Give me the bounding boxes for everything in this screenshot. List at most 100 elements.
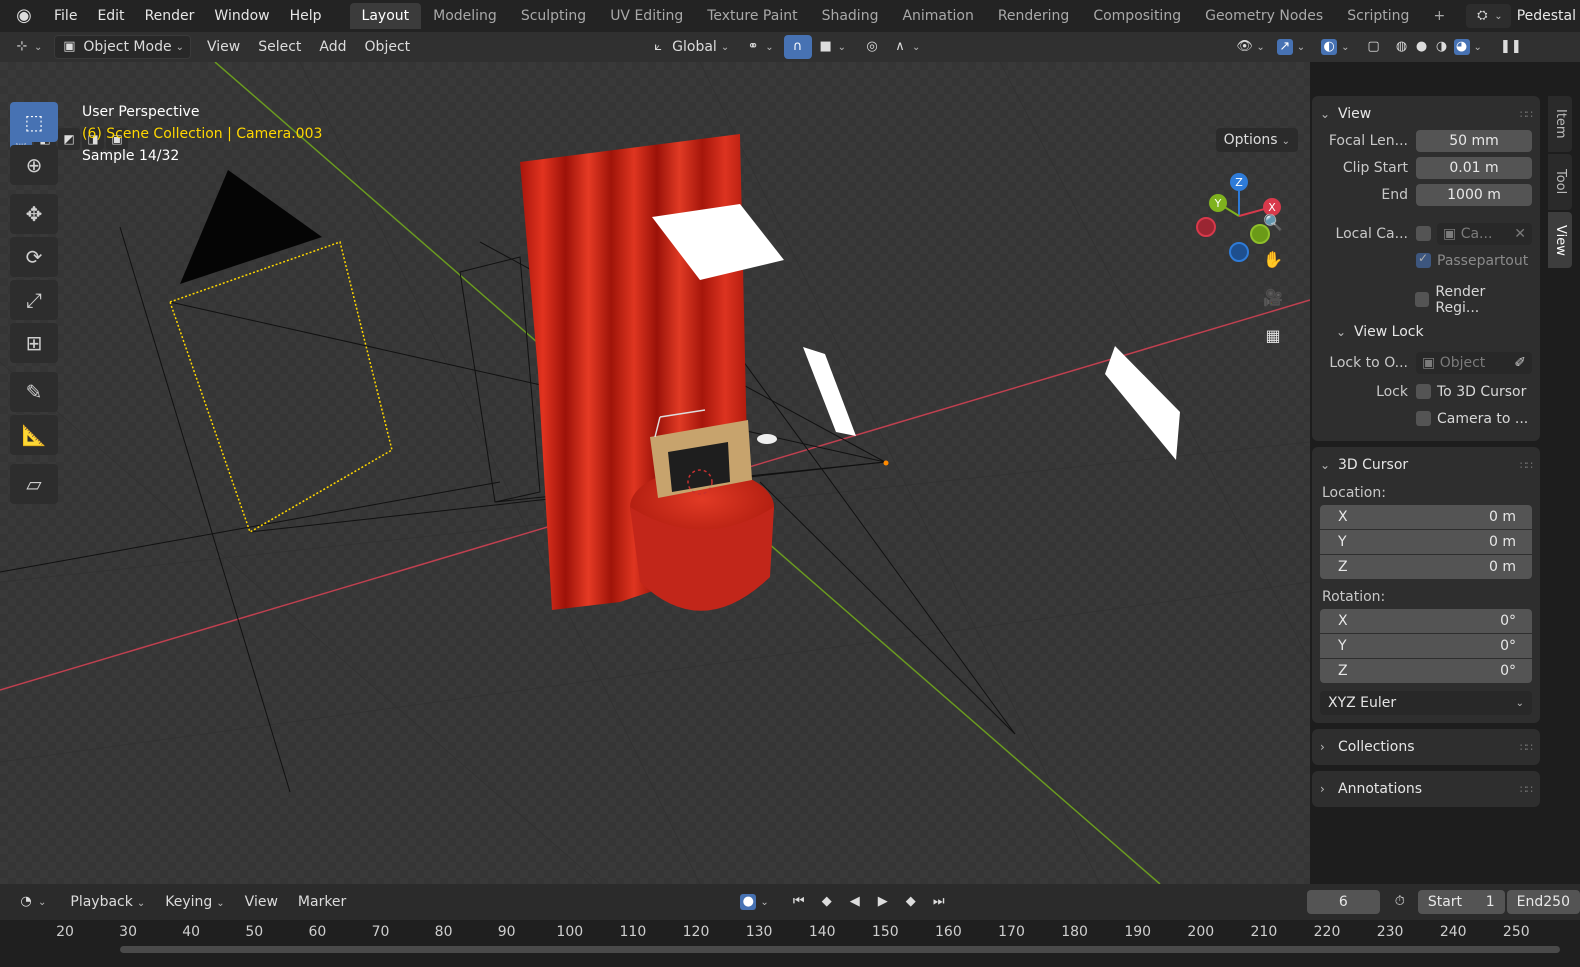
tab-rendering[interactable]: Rendering (986, 3, 1082, 29)
menu-add[interactable]: Add (313, 35, 352, 59)
scene-name[interactable]: Pedestal (1517, 8, 1580, 24)
timeline-editor-type-button[interactable]: ◔ ⌄ (12, 890, 52, 914)
location-x-field[interactable]: X 0 m (1320, 505, 1532, 529)
editor-type-button[interactable]: ⊹ ⌄ (8, 35, 48, 59)
drag-grip-icon[interactable]: ∷∷ (1520, 459, 1533, 472)
rotate-tool-icon[interactable]: ⟳ (10, 237, 58, 277)
camera-to-view-checkbox[interactable] (1416, 411, 1431, 426)
pause-render-button[interactable]: ❚❚ (1494, 35, 1522, 59)
play-reverse-button[interactable]: ◀ (841, 890, 869, 914)
menu-keying[interactable]: Keying ⌄ (155, 894, 234, 910)
clear-icon[interactable]: ✕ (1514, 223, 1532, 245)
local-camera-checkbox[interactable] (1416, 226, 1431, 241)
timeline-scrollbar[interactable] (120, 946, 1560, 953)
eyedropper-icon[interactable]: ✐ (1514, 352, 1532, 374)
tab-animation[interactable]: Animation (890, 3, 985, 29)
menu-window[interactable]: Window (204, 0, 279, 32)
perspective-toggle-icon[interactable]: ▦ (1258, 321, 1288, 351)
tab-view[interactable]: View (1548, 212, 1572, 268)
jump-start-button[interactable]: ⏮ (785, 890, 813, 914)
menu-view[interactable]: View (201, 35, 246, 59)
area-light-mid[interactable] (803, 347, 856, 436)
scale-tool-icon[interactable]: ⤢ (10, 280, 58, 320)
tab-tool[interactable]: Tool (1548, 154, 1572, 210)
local-camera-field[interactable]: ▣ Ca... ✕ (1437, 222, 1532, 245)
pivot-point-dropdown[interactable]: ⚭ ⌄ (739, 35, 779, 59)
gizmo-toggle[interactable]: ↗ ⌄ (1271, 35, 1311, 59)
xray-toggle[interactable]: ▢ (1360, 35, 1388, 59)
add-cube-tool-icon[interactable]: ▱ (10, 464, 58, 504)
rotation-y-field[interactable]: Y 0° (1320, 634, 1532, 658)
lock-to-object-field[interactable]: ▣ Object ✐ (1416, 351, 1532, 374)
rotation-x-field[interactable]: X 0° (1320, 609, 1532, 633)
tab-compositing[interactable]: Compositing (1081, 3, 1193, 29)
camera-view-icon[interactable]: 🎥 (1258, 283, 1288, 313)
location-y-field[interactable]: Y 0 m (1320, 530, 1532, 554)
tab-shading[interactable]: Shading (810, 3, 891, 29)
mode-dropdown[interactable]: ▣ Object Mode ⌄ (54, 35, 191, 59)
tab-scripting[interactable]: Scripting (1335, 3, 1421, 29)
tab-uv-editing[interactable]: UV Editing (598, 3, 695, 29)
passepartout-checkbox[interactable] (1416, 251, 1431, 268)
drag-grip-icon[interactable]: ∷∷ (1520, 783, 1533, 796)
annotations-header[interactable]: › Annotations ∷∷ (1320, 775, 1533, 803)
select-box-tool-icon[interactable]: ⬚ (10, 102, 58, 142)
current-frame-field[interactable]: 6 (1306, 890, 1380, 914)
tab-geometry-nodes[interactable]: Geometry Nodes (1193, 3, 1335, 29)
menu-help[interactable]: Help (280, 0, 332, 32)
menu-edit[interactable]: Edit (87, 0, 134, 32)
tab-layout[interactable]: Layout (349, 3, 422, 29)
scene-browse-button[interactable]: ⛭ ⌄ (1466, 4, 1511, 28)
menu-render[interactable]: Render (135, 0, 205, 32)
menu-marker[interactable]: Marker (288, 894, 356, 910)
menu-object[interactable]: Object (359, 35, 417, 59)
collections-header[interactable]: › Collections ∷∷ (1320, 733, 1533, 761)
blender-logo-icon[interactable]: ◉ (12, 4, 36, 28)
selected-camera-frame[interactable] (169, 241, 393, 534)
gizmo-neg-z-axis[interactable] (1229, 242, 1249, 262)
rendered-shading-button[interactable]: ◕ ⌄ (1448, 35, 1488, 59)
drag-grip-icon[interactable]: ∷∷ (1520, 741, 1533, 754)
menu-playback[interactable]: Playback ⌄ (60, 894, 155, 910)
timeline-ruler[interactable]: 20 30 40 50 60 70 80 90 100 110 120 130 140 150 160 170… (0, 920, 1580, 967)
falloff-dropdown[interactable]: ∧ ⌄ (886, 35, 926, 59)
end-frame-field[interactable]: End 250 (1506, 890, 1580, 914)
next-keyframe-button[interactable]: ◆ (897, 890, 925, 914)
transform-orientation-dropdown[interactable]: ⟀ Global ⌄ (644, 35, 735, 59)
render-region-checkbox[interactable] (1414, 292, 1430, 307)
focal-length-field[interactable]: 50 mm (1416, 129, 1532, 152)
tab-sculpting[interactable]: Sculpting (509, 3, 598, 29)
menu-timeline-view[interactable]: View (235, 894, 288, 910)
jump-end-button[interactable]: ⏭ (925, 890, 953, 914)
transform-tool-icon[interactable]: ⊞ (10, 323, 58, 363)
gizmo-neg-x-axis[interactable] (1196, 217, 1216, 237)
auto-keying-toggle[interactable]: ● ⌄ (734, 890, 774, 914)
3d-cursor-header[interactable]: ⌄ 3D Cursor ∷∷ (1320, 451, 1533, 479)
snap-toggle[interactable]: ∩ (783, 35, 812, 59)
add-workspace-button[interactable]: + (1421, 3, 1457, 29)
tab-item[interactable]: Item (1548, 96, 1572, 152)
start-frame-field[interactable]: Start 1 (1417, 890, 1505, 914)
clip-end-field[interactable]: 1000 m (1416, 183, 1532, 206)
proportional-edit-toggle[interactable]: ◎ (858, 35, 886, 59)
menu-file[interactable]: File (44, 0, 87, 32)
options-dropdown[interactable]: Options ⌄ (1215, 128, 1298, 152)
overlays-toggle[interactable]: ◐ ⌄ (1315, 35, 1355, 59)
select-subtract-button[interactable]: ◩ (58, 128, 80, 150)
visibility-dropdown[interactable]: 👁 ⌄ (1230, 35, 1270, 59)
pan-hand-icon[interactable]: ✋ (1258, 245, 1288, 275)
3d-viewport[interactable]: ⬚ ◧ ◩ ◨ ▣ User Perspective (6) Scene Col… (0, 62, 1310, 884)
view-section-header[interactable]: ⌄ View ∷∷ (1320, 100, 1533, 128)
cursor-tool-icon[interactable]: ⊕ (10, 145, 58, 185)
tab-modeling[interactable]: Modeling (421, 3, 509, 29)
rotation-z-field[interactable]: Z 0° (1320, 659, 1532, 683)
tab-texture-paint[interactable]: Texture Paint (695, 3, 809, 29)
play-button[interactable]: ▶ (869, 890, 897, 914)
measure-tool-icon[interactable]: 📐 (10, 415, 58, 455)
lock-to-cursor-checkbox[interactable] (1416, 384, 1431, 399)
area-light-right[interactable] (1105, 346, 1180, 460)
view-lock-header[interactable]: ⌄ View Lock (1320, 318, 1532, 346)
snap-target-dropdown[interactable]: ■ ⌄ (812, 35, 852, 59)
menu-select[interactable]: Select (252, 35, 307, 59)
move-tool-icon[interactable]: ✥ (10, 194, 58, 234)
